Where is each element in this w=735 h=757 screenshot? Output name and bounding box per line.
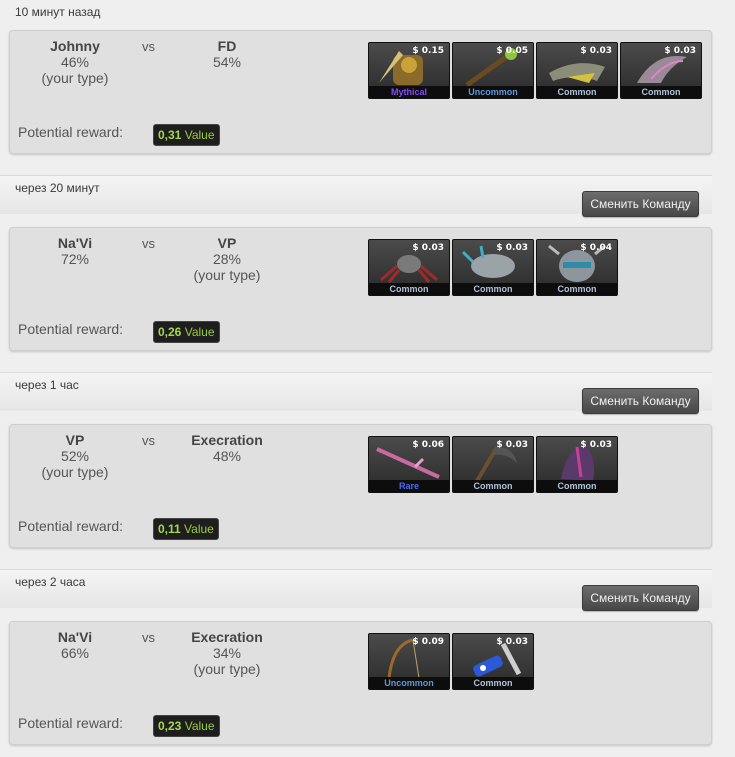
item-tile[interactable]: $ 0.15 Mythical [368, 42, 450, 99]
reward-value-badge: 0,23 Value [153, 715, 220, 737]
reward-label: Potential reward: [18, 124, 124, 140]
item-rarity: Common [537, 283, 617, 295]
change-team-button[interactable]: Сменить Команду [582, 191, 699, 217]
item-rarity: Uncommon [453, 86, 533, 98]
team-b[interactable]: FD 54% [162, 38, 292, 70]
reward-value-badge: 0,31 Value [153, 124, 220, 146]
item-price: $ 0.03 [412, 243, 444, 253]
item-rarity: Rare [369, 480, 449, 492]
team-b[interactable]: Execration 34% (your type) [162, 629, 292, 677]
vs-label: vs [142, 433, 155, 448]
item-price: $ 0.15 [412, 46, 444, 56]
reward-unit: Value [184, 522, 214, 536]
vs-label: vs [142, 39, 155, 54]
change-team-button[interactable]: Сменить Команду [582, 388, 699, 414]
match-time: через 2 часа [15, 575, 86, 589]
team-b-name: Execration [191, 432, 263, 448]
match-time: через 1 час [15, 378, 79, 392]
your-type-label: (your type) [41, 70, 109, 86]
vs-label: vs [142, 630, 155, 645]
reward-label: Potential reward: [18, 518, 124, 534]
item-rarity: Uncommon [369, 677, 449, 689]
item-price: $ 0.04 [580, 243, 612, 253]
match-header: через 20 минут Сменить Команду [0, 175, 712, 217]
team-b-name: Execration [191, 629, 263, 645]
vs-label: vs [142, 236, 155, 251]
team-b-percent: 54% [212, 54, 242, 70]
match-card: Na'Vi 66% vs Execration 34% (your type) … [9, 621, 712, 745]
item-price: $ 0.03 [580, 46, 612, 56]
reward-unit: Value [184, 719, 215, 733]
team-b-name: FD [217, 38, 237, 54]
team-a-name: VP [65, 432, 85, 448]
item-tile[interactable]: $ 0.03 Common [620, 42, 702, 99]
item-tile[interactable]: $ 0.06 Rare [368, 436, 450, 493]
team-b[interactable]: VP 28% (your type) [162, 235, 292, 283]
team-a-percent: 46% [60, 54, 90, 70]
reward-amount: 0,26 [158, 325, 182, 339]
reward-value-badge: 0,11 Value [153, 518, 219, 540]
your-type-label: (your type) [193, 661, 261, 677]
reward-amount: 0,31 [158, 128, 182, 142]
item-tile[interactable]: $ 0.05 Uncommon [452, 42, 534, 99]
team-a[interactable]: Johnny 46% (your type) [10, 38, 140, 86]
team-b-name: VP [217, 235, 237, 251]
item-price: $ 0.03 [580, 440, 612, 450]
your-type-label: (your type) [41, 464, 109, 480]
match-header: через 1 час Сменить Команду [0, 372, 712, 414]
change-team-button[interactable]: Сменить Команду [582, 585, 699, 611]
team-a-name: Johnny [50, 38, 100, 54]
item-price: $ 0.03 [496, 637, 528, 647]
item-price: $ 0.03 [496, 440, 528, 450]
match-card: Na'Vi 72% vs VP 28% (your type) $ 0.03 Co… [9, 227, 712, 351]
item-tile[interactable]: $ 0.03 Common [452, 239, 534, 296]
item-rarity: Common [621, 86, 701, 98]
team-a-percent: 66% [60, 645, 90, 661]
item-tile[interactable]: $ 0.03 Common [536, 436, 618, 493]
item-rarity: Mythical [369, 86, 449, 98]
item-tile[interactable]: $ 0.03 Common [368, 239, 450, 296]
match-card: Johnny 46% (your type) vs FD 54% $ 0.15 M… [9, 30, 712, 154]
reward-label: Potential reward: [18, 715, 124, 731]
item-price: $ 0.05 [496, 46, 528, 56]
reward-value-badge: 0,26 Value [153, 321, 220, 343]
item-price: $ 0.03 [664, 46, 696, 56]
item-rarity: Common [537, 480, 617, 492]
reward-unit: Value [184, 325, 215, 339]
match-header: через 2 часа Сменить Команду [0, 569, 712, 611]
item-rarity: Common [453, 480, 533, 492]
team-a-name: Na'Vi [57, 629, 93, 645]
team-a-name: Na'Vi [57, 235, 93, 251]
item-rarity: Common [537, 86, 617, 98]
item-tile[interactable]: $ 0.09 Uncommon [368, 633, 450, 690]
item-price: $ 0.06 [412, 440, 444, 450]
item-tile[interactable]: $ 0.03 Common [536, 42, 618, 99]
reward-label: Potential reward: [18, 321, 124, 337]
your-type-label: (your type) [193, 267, 261, 283]
team-a[interactable]: Na'Vi 72% [10, 235, 140, 267]
team-b-percent: 28% [212, 251, 242, 267]
item-price: $ 0.03 [496, 243, 528, 253]
team-a[interactable]: VP 52% (your type) [10, 432, 140, 480]
team-a-percent: 72% [60, 251, 90, 267]
team-a[interactable]: Na'Vi 66% [10, 629, 140, 661]
team-b[interactable]: Execration 48% [162, 432, 292, 464]
reward-unit: Value [184, 128, 215, 142]
item-rarity: Common [453, 677, 533, 689]
item-tile[interactable]: $ 0.04 Common [536, 239, 618, 296]
reward-amount: 0,23 [158, 719, 182, 733]
item-price: $ 0.09 [412, 637, 444, 647]
reward-amount: 0,11 [158, 522, 181, 536]
team-a-percent: 52% [60, 448, 90, 464]
team-b-percent: 34% [212, 645, 242, 661]
match-card: VP 52% (your type) vs Execration 48% $ 0… [9, 424, 712, 548]
item-rarity: Common [453, 283, 533, 295]
match-time: через 20 минут [15, 181, 100, 195]
item-rarity: Common [369, 283, 449, 295]
match-time: 10 минут назад [15, 5, 101, 19]
team-b-percent: 48% [212, 448, 242, 464]
item-tile[interactable]: $ 0.03 Common [452, 436, 534, 493]
item-tile[interactable]: $ 0.03 Common [452, 633, 534, 690]
